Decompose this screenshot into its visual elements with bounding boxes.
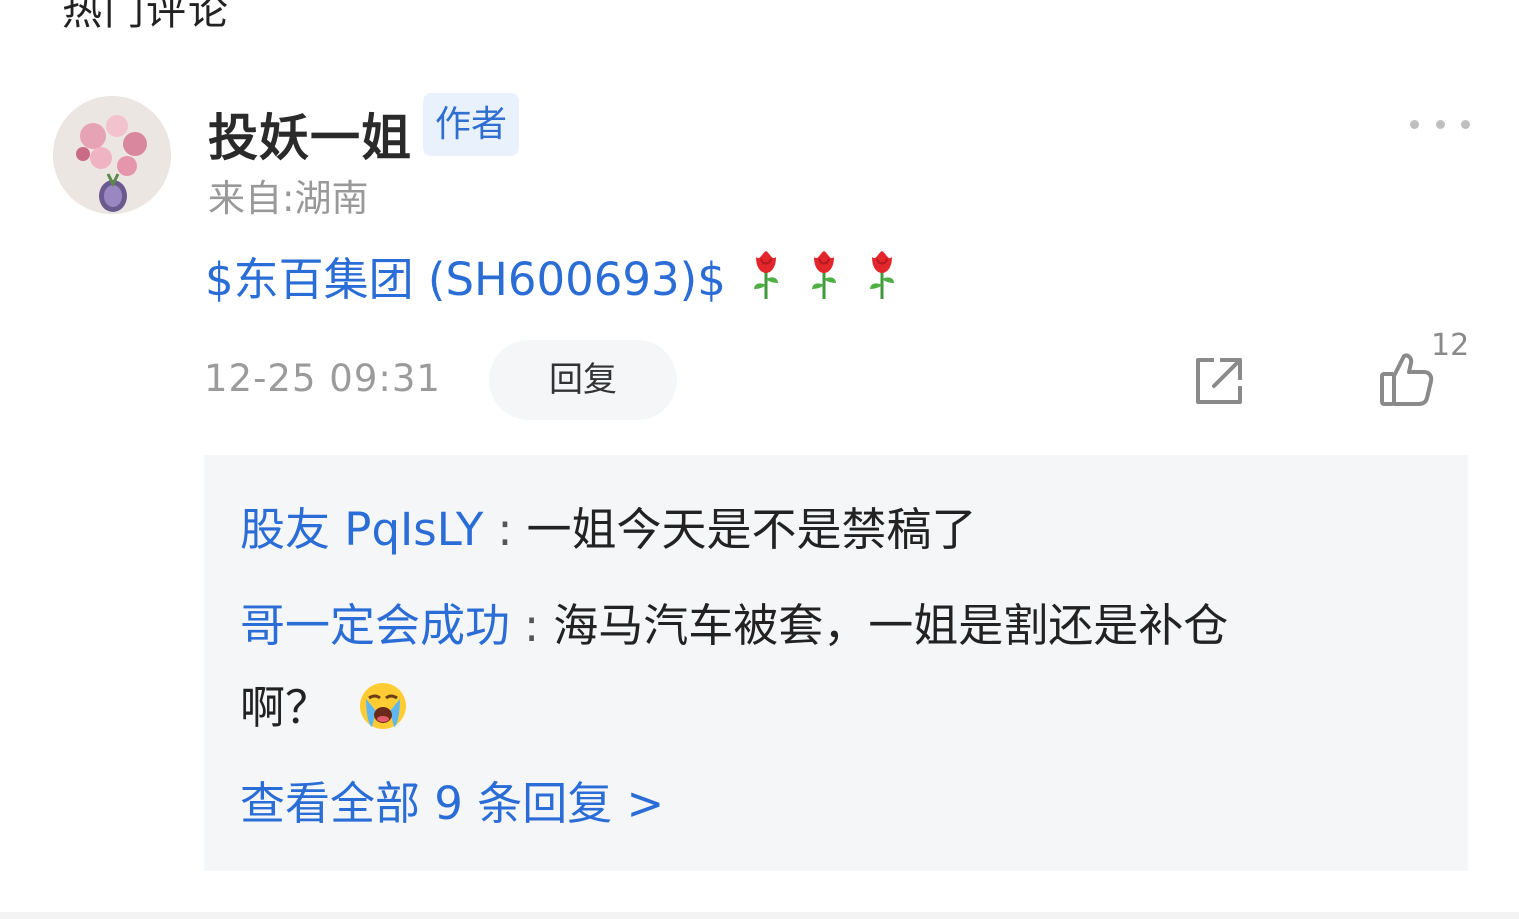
more-icon[interactable] bbox=[1410, 112, 1470, 136]
share-icon[interactable] bbox=[1190, 352, 1248, 410]
reply-user[interactable]: 股友 PqIsLY bbox=[240, 503, 483, 556]
rose-emoji bbox=[869, 251, 894, 299]
rose-emoji bbox=[753, 251, 778, 299]
location-label: 来自:湖南 bbox=[208, 177, 369, 220]
avatar[interactable] bbox=[53, 96, 171, 214]
reply-text: 海马汽车被套，一姐是割还是补仓 bbox=[553, 599, 1229, 652]
author-badge: 作者 bbox=[423, 93, 519, 156]
avatar-image bbox=[53, 96, 171, 214]
crying-face-emoji bbox=[360, 683, 407, 729]
username[interactable]: 投妖一姐 bbox=[208, 98, 412, 170]
stock-link[interactable]: $东百集团 (SH600693)$ bbox=[205, 243, 726, 308]
thumbs-up-icon[interactable] bbox=[1376, 350, 1436, 408]
divider bbox=[0, 912, 1519, 919]
rose-emoji bbox=[811, 251, 836, 299]
reply-text: 一姐今天是不是禁稿了 bbox=[526, 503, 977, 556]
comment-body: $东百集团 (SH600693)$ bbox=[205, 243, 900, 308]
section-title: 热门评论 bbox=[62, 0, 230, 34]
reply-text-cont: 啊？ bbox=[240, 681, 331, 734]
like-count: 12 bbox=[1431, 328, 1470, 363]
reply-user[interactable]: 哥一定会成功 bbox=[240, 599, 510, 652]
reply-separator: : bbox=[497, 503, 513, 556]
replies-box: 股友 PqIsLY: 一姐今天是不是禁稿了 哥一定会成功: 海马汽车被套，一姐是割还… bbox=[204, 455, 1468, 871]
reply-text-continued: 啊？ bbox=[240, 671, 408, 736]
timestamp: 12-25 09:31 bbox=[204, 357, 441, 400]
view-all-replies-link[interactable]: 查看全部 9 条回复 > bbox=[240, 767, 664, 832]
reply-separator: : bbox=[524, 599, 540, 652]
reply-item: 哥一定会成功: 海马汽车被套，一姐是割还是补仓 bbox=[240, 589, 1228, 654]
reply-button[interactable]: 回复 bbox=[489, 340, 677, 420]
reply-item: 股友 PqIsLY: 一姐今天是不是禁稿了 bbox=[240, 493, 977, 558]
